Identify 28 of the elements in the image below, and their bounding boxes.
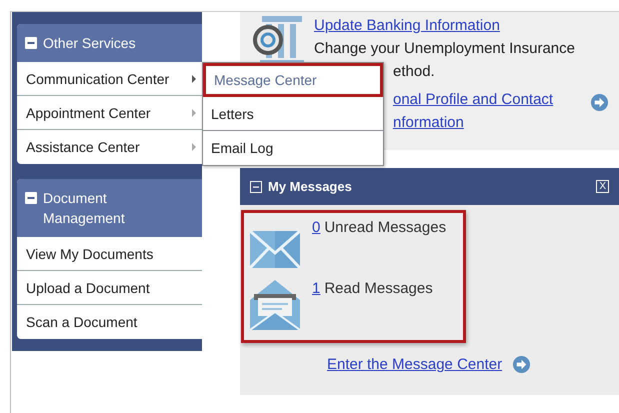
envelope-icon [250,231,300,268]
collapse-icon[interactable] [250,180,262,192]
description-text: ethod. [393,62,435,82]
panel-title: Document Management [43,189,126,228]
banking-link[interactable]: Update Banking Information [314,14,500,37]
collapse-icon[interactable] [25,37,37,49]
count-link[interactable]: 1 [312,280,320,297]
description-text: Change your Unemployment Insurance [314,39,575,59]
profile-link[interactable]: nformation [393,111,464,134]
message-count-label: Read Messages [324,280,433,297]
profile-link[interactable]: onal Profile and Contact [393,88,554,111]
menu-item[interactable]: View My Documents [17,237,202,271]
panel-title: Other Services [43,34,137,53]
message-count-label: Unread Messages [324,219,446,236]
submenu-item[interactable]: Message Center [203,63,383,97]
open-envelope-icon [250,280,300,330]
collapse-icon[interactable] [25,192,37,204]
close-button[interactable]: X [596,180,609,193]
message-center-link[interactable]: Enter the Message Center [327,356,502,373]
arrow-right-icon[interactable] [590,92,609,112]
menu-item[interactable]: Upload a Document [17,271,202,305]
panel-title: My Messages [268,179,353,194]
menu-item[interactable]: Scan a Document [17,305,202,339]
menu-item[interactable]: Assistance Center [17,130,202,164]
submenu-item[interactable]: Letters [203,97,383,131]
submenu-item[interactable]: Email Log [203,131,383,165]
count-link[interactable]: 0 [312,219,320,236]
arrow-right-icon[interactable] [512,355,532,374]
